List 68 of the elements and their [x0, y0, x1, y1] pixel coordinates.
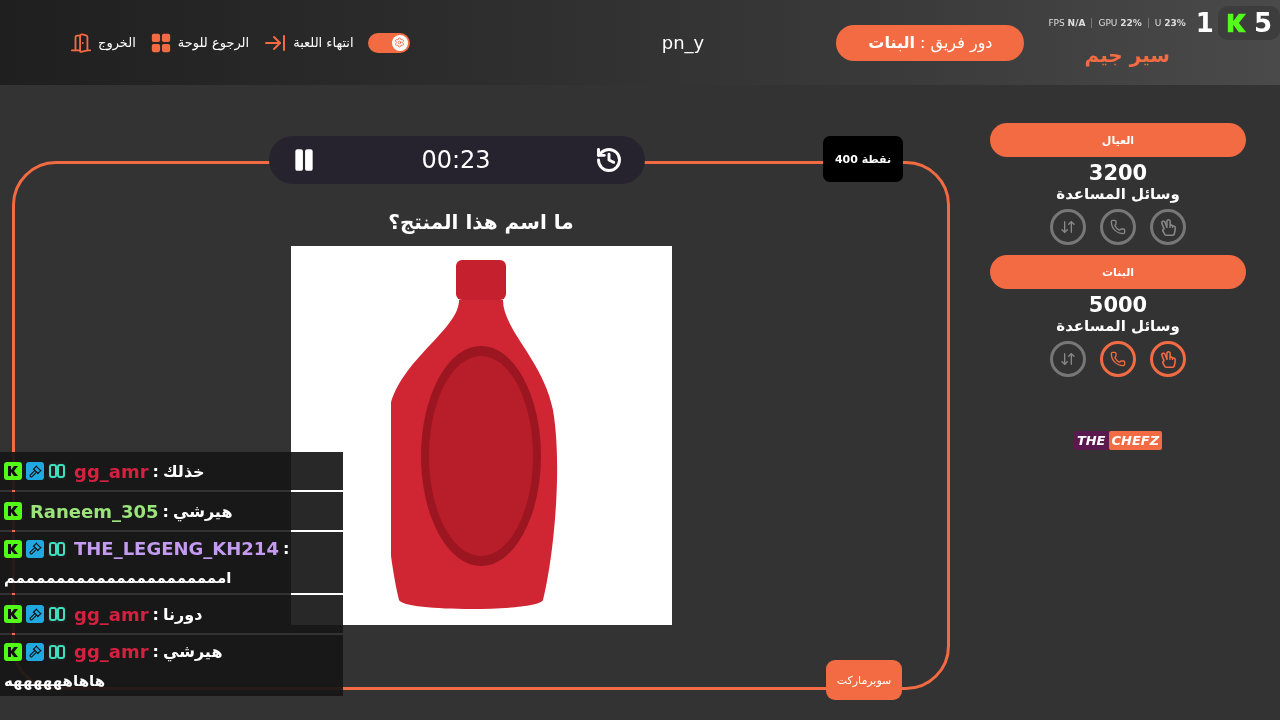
gear-icon — [394, 37, 406, 48]
aids-label: وسائل المساعدة — [1056, 317, 1180, 335]
swap-arrows-icon — [1060, 351, 1076, 367]
chat-username: Raneem_305 — [30, 500, 159, 522]
k-badge-icon — [4, 642, 22, 661]
lifeline-button[interactable] — [1050, 209, 1086, 245]
team-name-bar: البنات — [990, 255, 1246, 289]
phone-icon — [1110, 351, 1126, 367]
stat-text: FPS N/A — [1048, 18, 1086, 28]
question-text: ما اسم هذا المنتج؟ — [388, 210, 574, 234]
chat-separator: : — [152, 604, 159, 624]
chat-separator: : — [152, 461, 159, 481]
lifeline-button[interactable] — [1150, 341, 1186, 377]
chat-separator: : — [282, 539, 290, 558]
chat-text: خذلك — [162, 461, 205, 481]
hammer-badge-icon — [26, 539, 44, 558]
lifeline-button[interactable] — [1100, 209, 1136, 245]
reset-button[interactable] — [595, 146, 623, 174]
exit-button[interactable]: الخروج — [70, 31, 136, 54]
hammer-badge-icon — [26, 462, 44, 480]
end-game-button[interactable]: انتهاء اللعبة — [263, 30, 354, 55]
k-badge-icon — [4, 605, 22, 623]
peace-hand-icon — [1159, 218, 1177, 236]
og-badge-icon — [48, 642, 66, 661]
chat-username: gg_amr — [74, 641, 149, 662]
chat-username: THE_LEGENG_KH214 — [74, 538, 279, 559]
lifeline-button[interactable] — [1050, 341, 1086, 377]
k-badge-icon — [4, 502, 22, 520]
chat-text: هاهاههههههه — [4, 671, 107, 690]
chat-separator: : — [162, 501, 169, 521]
stat-text: GPU 22% — [1098, 18, 1142, 28]
peace-hand-icon — [1159, 350, 1177, 368]
points-badge: 400 نقطة — [823, 136, 903, 182]
door-icon — [70, 31, 92, 54]
logo-text: سير جيم — [1084, 44, 1170, 65]
chat-text: دورنا — [162, 604, 203, 624]
hammer-badge-icon — [26, 605, 44, 623]
aids-label: وسائل المساعدة — [1056, 185, 1180, 203]
chat-username: gg_amr — [74, 603, 149, 625]
lifeline-button[interactable] — [1150, 209, 1186, 245]
toggle-switch[interactable] — [367, 32, 410, 53]
lifeline-button[interactable] — [1100, 341, 1136, 377]
player-name: pn_y — [661, 32, 705, 53]
back-to-board-button[interactable]: الرجوع للوحة — [149, 31, 250, 54]
chat-text: هيرشي — [173, 501, 233, 521]
stat-text: U 23% — [1154, 18, 1186, 28]
chat-username: gg_amr — [74, 460, 149, 482]
og-badge-icon — [48, 539, 66, 558]
team-score: 5000 — [1088, 293, 1148, 317]
phone-icon — [1110, 219, 1126, 235]
og-badge-icon — [48, 605, 66, 623]
chat-text: هيرشي — [162, 642, 223, 661]
viewer-count: 1 — [1195, 8, 1214, 38]
og-badge-icon — [48, 462, 66, 480]
category-badge: سوبرماركت — [826, 660, 902, 700]
team-name-bar: العيال — [990, 123, 1246, 157]
k-badge-icon — [4, 462, 22, 480]
timer-text: 00:23 — [421, 146, 491, 174]
team-score: 3200 — [1088, 161, 1148, 185]
chat-separator: : — [152, 642, 159, 661]
swap-arrows-icon — [1060, 219, 1076, 235]
grid-icon — [149, 31, 172, 54]
hammer-badge-icon — [26, 642, 44, 661]
sponsor-logo: THE CHEFZ — [1073, 431, 1163, 450]
team-turn-pill: دور فريق : البنات — [836, 24, 1025, 61]
rank-badge: 5 — [1217, 6, 1280, 40]
k-badge-icon — [4, 539, 22, 558]
chat-text: امممممممممممممممممممممم — [4, 568, 233, 587]
